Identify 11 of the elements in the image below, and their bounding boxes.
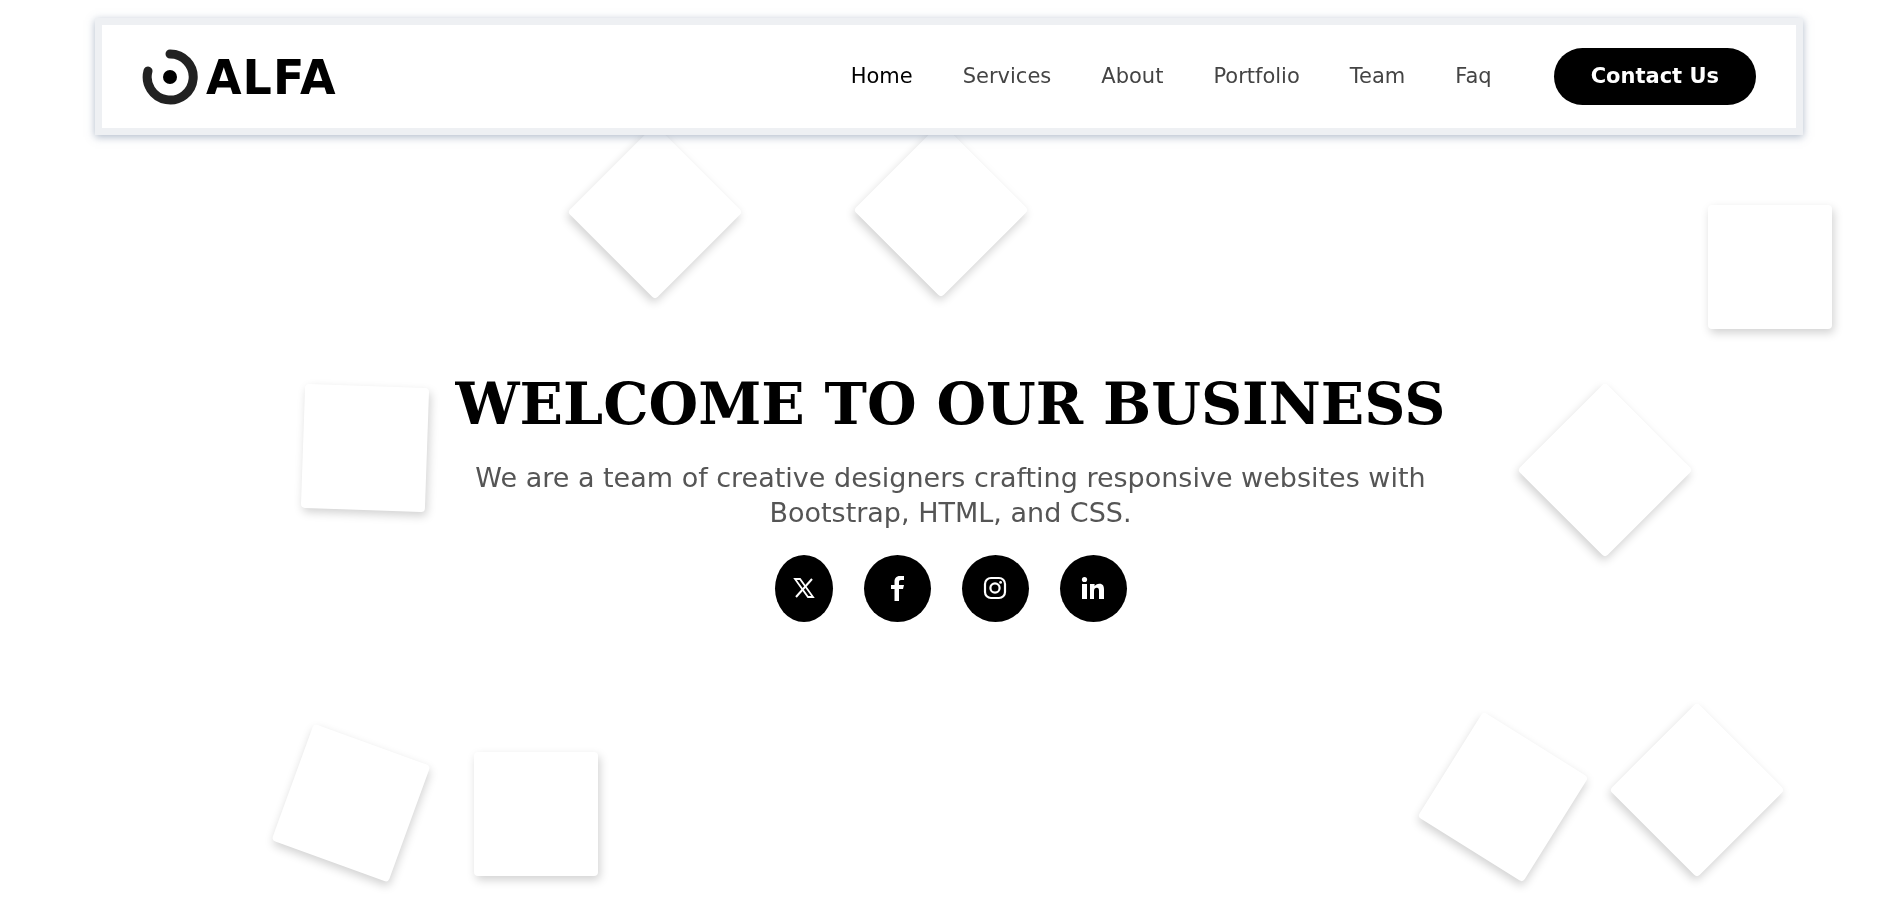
- hero-title: WELCOME TO OUR BUSINESS: [454, 370, 1447, 439]
- hero-subtitle: We are a team of creative designers crafting responsive websites with Bootstrap, HTML, and CSS.: [474, 461, 1427, 531]
- logo-text[interactable]: ALFA: [206, 52, 337, 101]
- nav-link[interactable]: Home: [850, 60, 913, 93]
- nav-link[interactable]: Team: [1349, 60, 1406, 93]
- logo-icon: [142, 48, 198, 105]
- nav-link[interactable]: Faq: [1455, 60, 1492, 93]
- nav-link[interactable]: About: [1101, 60, 1164, 93]
- nav-link[interactable]: Services: [962, 60, 1052, 93]
- contact-button[interactable]: Contact Us: [1553, 47, 1756, 106]
- nav-link[interactable]: Portfolio: [1213, 60, 1300, 93]
